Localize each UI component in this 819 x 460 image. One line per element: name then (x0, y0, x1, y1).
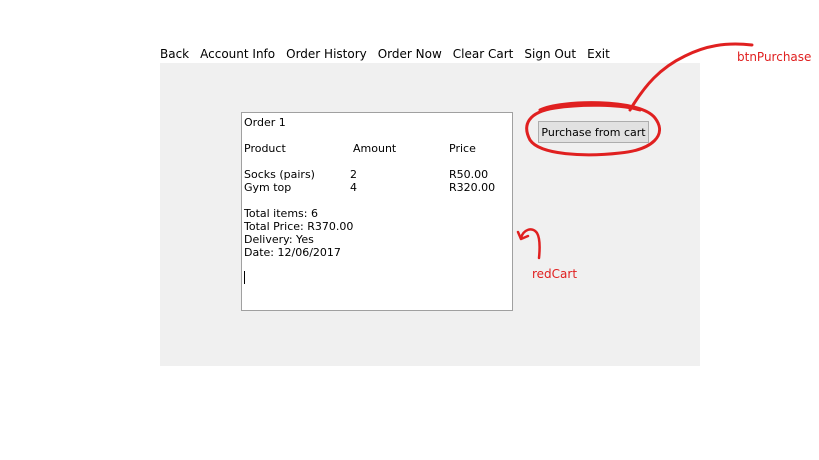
annotation-btnpurchase-label: btnPurchase (737, 50, 812, 64)
menu-sign-out[interactable]: Sign Out (520, 45, 580, 63)
text-caret (244, 271, 245, 284)
header-price: Price (449, 142, 476, 155)
header-amount: Amount (353, 142, 397, 155)
item-price: R50.00 (449, 168, 489, 181)
item-product: Socks (pairs) (244, 168, 315, 181)
order-date: Date: 12/06/2017 (244, 246, 341, 259)
purchase-from-cart-button[interactable]: Purchase from cart (538, 121, 649, 143)
cart-rich-edit[interactable]: Order 1 Product Amount Price Socks (pair… (241, 112, 513, 311)
item-product: Gym top (244, 181, 292, 194)
delivery: Delivery: Yes (244, 233, 314, 246)
menu-bar: Back Account Info Order History Order No… (156, 45, 617, 63)
item-price: R320.00 (449, 181, 496, 194)
menu-exit[interactable]: Exit (583, 45, 614, 63)
menu-clear-cart[interactable]: Clear Cart (449, 45, 518, 63)
menu-order-now[interactable]: Order Now (374, 45, 446, 63)
menu-account-info[interactable]: Account Info (196, 45, 279, 63)
menu-back[interactable]: Back (156, 45, 193, 63)
menu-order-history[interactable]: Order History (282, 45, 371, 63)
total-items: Total items: 6 (244, 207, 318, 220)
order-title: Order 1 (244, 116, 286, 129)
annotation-redcart-label: redCart (532, 267, 578, 281)
app-window: Back Account Info Order History Order No… (0, 0, 819, 460)
item-amount: 2 (350, 168, 357, 181)
total-price: Total Price: R370.00 (244, 220, 354, 233)
header-product: Product (244, 142, 286, 155)
form-client-area: Order 1 Product Amount Price Socks (pair… (160, 63, 700, 366)
item-amount: 4 (350, 181, 357, 194)
